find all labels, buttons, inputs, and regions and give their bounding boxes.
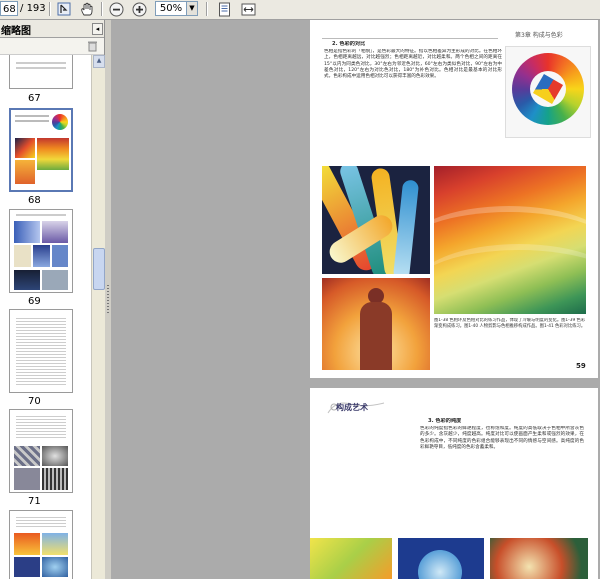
- scroll-thumb[interactable]: [93, 248, 105, 290]
- sidebar-toolbar: [0, 38, 104, 55]
- delete-page-icon[interactable]: [87, 40, 98, 55]
- thumbnail-label: 71: [28, 496, 41, 507]
- zoom-level-input[interactable]: 50%: [155, 1, 187, 16]
- toolbar-separator: [101, 2, 103, 16]
- chapter-logo-text: 构成艺术: [336, 403, 368, 412]
- page-total: / 193: [20, 3, 46, 14]
- figure-bottom-1: [310, 538, 392, 579]
- document-page-68: 第3章 构成与色彩 2. 色彩的对比 色相是指色彩的「相貌」，是色彩最大的特征。…: [310, 20, 598, 378]
- page-number-input[interactable]: 68: [0, 1, 18, 16]
- thumbnail-page-70[interactable]: [9, 309, 73, 393]
- sidebar-scrollbar[interactable]: ▲: [91, 55, 105, 579]
- collapse-sidebar-icon[interactable]: ◂: [92, 23, 103, 35]
- body-text: 色相是指色彩的「相貌」，是色彩最大的特征。指以色相差异为主形成的对比。在色相环上…: [324, 49, 502, 80]
- thumbnail-page-71[interactable]: [9, 409, 73, 493]
- thumbnail-label: 68: [28, 195, 41, 206]
- fit-width-icon[interactable]: [240, 1, 257, 17]
- toolbar: 68 / 193 50% ▼: [0, 0, 600, 20]
- scroll-up-icon[interactable]: ▲: [93, 55, 105, 68]
- zoom-dropdown-icon[interactable]: ▼: [187, 1, 198, 16]
- section-title: 2. 色彩的对比: [332, 41, 366, 47]
- figure-bottom-3: [490, 538, 588, 579]
- select-text-tool-icon[interactable]: [55, 1, 72, 17]
- fit-page-icon[interactable]: [216, 1, 233, 17]
- page-header: 第3章 构成与色彩: [515, 32, 563, 39]
- thumbnail-label: 70: [28, 396, 41, 407]
- figure-fan-strokes: [322, 166, 430, 274]
- section-title: 3. 色彩的纯度: [428, 418, 462, 424]
- toolbar-separator: [49, 2, 51, 16]
- toolbar-separator: [206, 2, 208, 16]
- figure-silhouette: [322, 278, 430, 370]
- body-text: 色彩的纯度指色彩的鲜艳程度，也称饱和度。纯度的高低取决于色相中所含灰色的多少。含…: [420, 426, 584, 450]
- document-page-69: 构成艺术 3. 色彩的纯度 色彩的纯度指色彩的鲜艳程度，也称饱和度。纯度的高低取…: [310, 388, 598, 579]
- thumbnail-label: 69: [28, 296, 41, 307]
- figure-captions: 图1-38 色相环及色相对比的练习作品，体现了冷暖与明度的变化。图1-39 色彩…: [434, 318, 586, 329]
- thumbnail-list: 67 68 69 70 71: [0, 55, 91, 579]
- thumbnail-page-68[interactable]: [9, 108, 73, 192]
- thumbnail-sidebar: 缩略图 ◂ 67 68 69 70 71 ▲: [0, 20, 105, 579]
- hand-tool-icon[interactable]: [78, 1, 95, 17]
- zoom-out-icon[interactable]: [108, 1, 125, 17]
- thumbnail-page-69[interactable]: [9, 209, 73, 293]
- thumbnail-page-67[interactable]: [9, 55, 73, 89]
- page-number: 59: [576, 362, 586, 370]
- splitter-grip[interactable]: [107, 285, 109, 315]
- zoom-in-icon[interactable]: [131, 1, 148, 17]
- color-wheel-thumb: [52, 114, 68, 130]
- thumbnail-page-72[interactable]: [9, 510, 73, 579]
- figure-color-gradient: [434, 166, 586, 314]
- color-wheel-figure: [505, 46, 591, 138]
- thumbnail-label: 67: [28, 93, 41, 104]
- sidebar-title: 缩略图: [1, 26, 31, 37]
- sidebar-header: 缩略图 ◂: [0, 20, 104, 38]
- figure-bottom-2: [398, 538, 484, 579]
